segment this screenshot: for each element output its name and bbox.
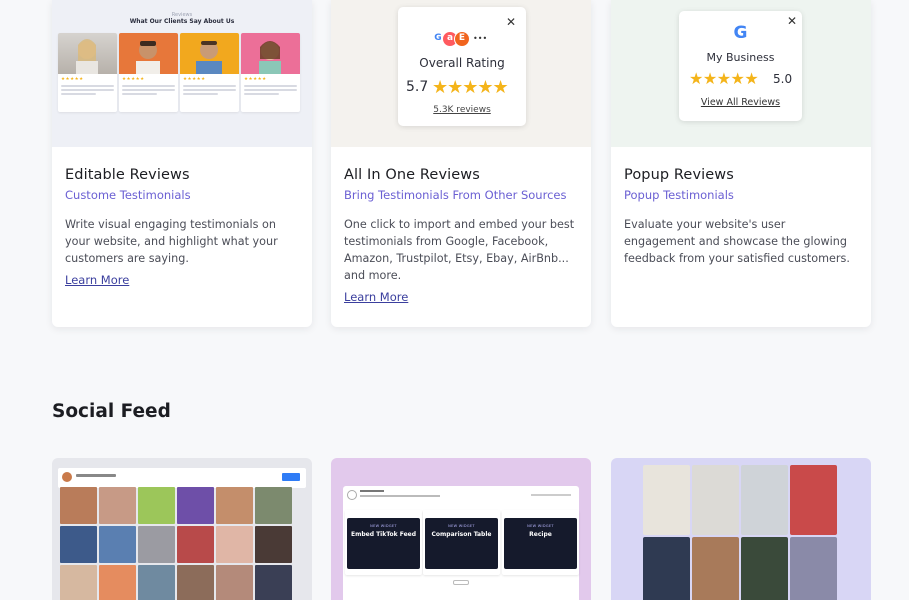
feed-photo-thumbnail[interactable] <box>255 565 292 600</box>
feed-photo-thumbnail[interactable] <box>138 487 175 524</box>
testimonial-mini-card: ★★★★★ <box>58 33 117 112</box>
feed-photo-thumbnail[interactable] <box>177 565 214 600</box>
widget-title: Comparison Table <box>431 531 492 538</box>
popup-reviews-card[interactable]: ✕ G My Business ★★★★★ 5.0 View All Revie… <box>611 0 871 327</box>
feed-photo-thumbnail[interactable] <box>60 526 97 563</box>
feed-photo-thumbnail[interactable] <box>216 526 253 563</box>
feed-photo-thumbnail[interactable] <box>99 565 136 600</box>
widget-card[interactable]: NEW WIDGET Comparison Table <box>423 510 500 575</box>
overall-rating-widget: ✕ G a E ••• Overall Rating 5.7 ★★★★★ 5.3… <box>398 7 526 126</box>
feed-photo-thumbnail[interactable] <box>177 487 214 524</box>
popup-preview-image: ✕ G My Business ★★★★★ 5.0 View All Revie… <box>611 0 871 147</box>
photo-grid <box>60 487 292 600</box>
card-subtitle: Bring Testimonials From Other Sources <box>344 188 567 202</box>
feed-photo-thumbnail[interactable] <box>60 487 97 524</box>
learn-more-link[interactable]: Learn More <box>344 290 408 304</box>
rating-stars: ★★★★★ <box>432 77 509 98</box>
feed-photo-thumbnail[interactable] <box>99 526 136 563</box>
all-in-one-reviews-card[interactable]: ✕ G a E ••• Overall Rating 5.7 ★★★★★ 5.3… <box>331 0 591 327</box>
rating-preview-image: ✕ G a E ••• Overall Rating 5.7 ★★★★★ 5.3… <box>331 0 591 147</box>
feed-video-thumbnail[interactable] <box>643 465 690 535</box>
feed-photo-thumbnail[interactable] <box>138 526 175 563</box>
video-grid <box>643 465 837 600</box>
load-more-button[interactable] <box>453 580 469 585</box>
section-title: Social Feed <box>52 401 171 422</box>
reviews-count: 5.3K reviews <box>433 105 491 115</box>
widget-card[interactable]: NEW WIDGET Recipe <box>502 510 579 575</box>
card-description: One click to import and embed your best … <box>344 218 575 282</box>
feed-video-thumbnail[interactable] <box>643 537 690 600</box>
card-title: Editable Reviews <box>65 167 190 183</box>
rating-stars: ★★★★★ <box>122 77 145 82</box>
widget-title: Recipe <box>529 531 552 538</box>
tiktok-feed-card[interactable] <box>611 458 871 600</box>
feed-video-thumbnail[interactable] <box>692 537 739 600</box>
feed-photo-thumbnail[interactable] <box>177 526 214 563</box>
business-name: My Business <box>706 51 775 64</box>
rating-stars: ★★★★★ <box>244 77 267 82</box>
widgets-feed-card[interactable]: NEW WIDGET Embed TikTok Feed NEW WIDGET Co… <box>331 458 591 600</box>
learn-more-link[interactable]: Learn More <box>65 273 129 287</box>
widget-title: Embed TikTok Feed <box>350 531 417 538</box>
profile-header <box>58 468 306 488</box>
rating-heading: Overall Rating <box>419 56 505 70</box>
close-icon: ✕ <box>505 15 516 29</box>
widget-tag: NEW WIDGET <box>370 524 397 528</box>
feed-photo-thumbnail[interactable] <box>255 487 292 524</box>
view-all-reviews-link: View All Reviews <box>700 97 781 108</box>
business-rating-popup: ✕ G My Business ★★★★★ 5.0 View All Revie… <box>679 11 802 121</box>
feed-video-thumbnail[interactable] <box>790 537 837 600</box>
card-title: Popup Reviews <box>624 167 734 183</box>
feed-photo-thumbnail[interactable] <box>255 526 292 563</box>
source-logos: G a E ••• <box>430 31 487 47</box>
etsy-icon: E <box>454 31 470 47</box>
editable-reviews-card[interactable]: Reviews What Our Clients Say About Us ★★… <box>52 0 312 327</box>
widget-card[interactable]: NEW WIDGET Embed TikTok Feed <box>345 510 422 575</box>
instagram-feed-card[interactable] <box>52 458 312 600</box>
google-icon: G <box>733 23 748 43</box>
rating-stars: ★★★★★ <box>61 77 84 82</box>
card-description: Evaluate your website's user engagement … <box>624 218 850 265</box>
rating-score: 5.0 <box>773 72 793 86</box>
feed-photo-thumbnail[interactable] <box>216 565 253 600</box>
testimonials-preview-image: Reviews What Our Clients Say About Us ★★… <box>52 0 312 147</box>
feed-video-thumbnail[interactable] <box>790 465 837 535</box>
card-subtitle: Custome Testimonials <box>65 188 191 202</box>
widget-tag: NEW WIDGET <box>527 524 554 528</box>
feed-photo-thumbnail[interactable] <box>60 565 97 600</box>
card-title: All In One Reviews <box>344 167 480 183</box>
preview-heading: What Our Clients Say About Us <box>129 18 235 25</box>
more-sources-icon: ••• <box>473 34 488 43</box>
feed-video-thumbnail[interactable] <box>741 465 788 535</box>
card-subtitle: Popup Testimonials <box>624 188 734 202</box>
card-description: Write visual engaging testimonials on yo… <box>65 218 278 265</box>
feed-photo-thumbnail[interactable] <box>99 487 136 524</box>
widget-tag: NEW WIDGET <box>448 524 475 528</box>
rating-score: 5.7 <box>406 79 429 95</box>
feed-video-thumbnail[interactable] <box>692 465 739 535</box>
feed-photo-thumbnail[interactable] <box>216 487 253 524</box>
testimonial-mini-card: ★★★★★ <box>180 33 239 112</box>
feed-video-thumbnail[interactable] <box>741 537 788 600</box>
feed-photo-thumbnail[interactable] <box>138 565 175 600</box>
rating-stars: ★★★★★ <box>689 69 759 88</box>
testimonial-mini-card: ★★★★★ <box>241 33 300 112</box>
rating-stars: ★★★★★ <box>183 77 206 82</box>
testimonial-mini-card: ★★★★★ <box>119 33 178 112</box>
